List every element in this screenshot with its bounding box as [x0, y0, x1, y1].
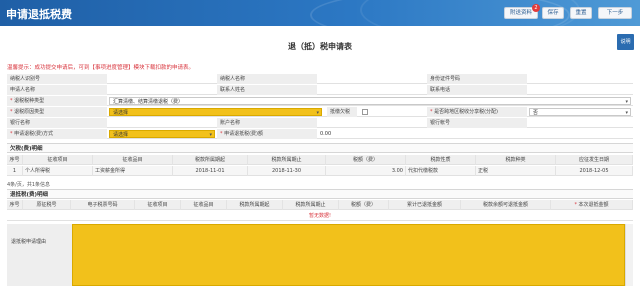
table-cell: 3.00	[326, 166, 406, 176]
chevron-down-icon: ▾	[625, 99, 628, 105]
column-header: 征收品目	[93, 155, 173, 165]
column-header: 序号	[7, 200, 23, 210]
refund-type-select[interactable]: 汇算清缴、结算清缴退税（费） ▾	[109, 97, 631, 105]
column-header: 税款余额可退抵金额	[461, 200, 551, 210]
refund-reason-label: * 退税原因类型	[7, 107, 107, 117]
table-cell: 代扣代缴税款	[406, 166, 476, 176]
account-name-label: 账户名称	[217, 118, 317, 128]
column-header: 征收项目	[135, 200, 181, 210]
next-step-button[interactable]: 下一步	[598, 7, 632, 19]
table-cell: 2018-11-30	[248, 166, 326, 176]
bank-account-label: 银行帐号	[427, 118, 527, 128]
refund-table-header: 序号 原征税号 电子税票号码 征收项目 征收品目 税款所属期起 税款所属期止 税…	[7, 200, 633, 210]
bank-name-value	[107, 118, 217, 128]
id-number-value	[527, 74, 633, 84]
column-header: 税额（费）	[326, 155, 406, 165]
column-header: 征收品目	[181, 200, 227, 210]
arrears-section-title: 欠税(费)明细	[7, 143, 633, 153]
refund-type-label: * 退税税种类型	[7, 96, 107, 106]
cross-region-select[interactable]: 否 ▾	[529, 108, 631, 116]
column-header: 原征税号	[23, 200, 71, 210]
form-row: * 申请退税(费)方式 请选择 ▾ * 申请退抵税(费)额 0.00	[7, 129, 633, 139]
taxpayer-id-label: 纳税人识别号	[7, 74, 107, 84]
contact-phone-label: 联系电话	[427, 85, 527, 95]
offset-arrears-label: 抵缴欠税	[327, 107, 357, 117]
applicant-name-value	[107, 85, 217, 95]
form-row: 纳税人识别号 纳税人名称 身份证件号码	[7, 74, 633, 84]
save-button[interactable]: 保存	[542, 7, 564, 19]
textarea-scrollbar[interactable]	[625, 224, 633, 286]
form-row: * 退税原因类型 请选择 ▾ 抵缴欠税 * 是否跨地区税收分享税(分配) 否 ▾	[7, 107, 633, 117]
column-header: 税款所属期起	[173, 155, 248, 165]
cross-region-label: * 是否跨地区税收分享税(分配)	[427, 107, 527, 117]
column-header: 电子税票号码	[71, 200, 135, 210]
table-cell: 1	[7, 166, 23, 176]
id-number-label: 身份证件号码	[427, 74, 527, 84]
chevron-down-icon: ▾	[316, 110, 319, 116]
column-header: * 本次退抵金额	[551, 200, 633, 210]
column-header: 应征发生日期	[556, 155, 633, 165]
refund-amount-label: * 申请退抵税(费)额	[217, 129, 317, 139]
refund-method-label: * 申请退税(费)方式	[7, 129, 107, 139]
pagination-info: 4条/页，共1条信息	[7, 182, 51, 188]
table-cell: 2018-11-01	[173, 166, 248, 176]
contact-phone-value	[527, 85, 633, 95]
attach-materials-label: 附送资料	[509, 10, 532, 16]
column-header: 征收项目	[23, 155, 93, 165]
column-header: 序号	[7, 155, 23, 165]
refund-method-select[interactable]: 请选择 ▾	[109, 130, 215, 138]
chevron-down-icon: ▾	[209, 132, 212, 138]
table-cell: 工资薪金所得	[93, 166, 173, 176]
app-header: 申请退抵税费 附送资料 2 保存 重置 下一步	[0, 0, 640, 26]
refund-detail-section-title: 退抵税(费)明细	[7, 189, 633, 199]
refund-reason-textarea[interactable]	[72, 224, 625, 286]
offset-arrears-checkbox[interactable]	[362, 109, 368, 115]
column-header: 税款所属期起	[227, 200, 283, 210]
refund-amount-value[interactable]: 0.00	[317, 129, 377, 139]
column-header: 税款种类	[476, 155, 556, 165]
empty-data-message: 暂无数据!	[7, 211, 633, 221]
form-row: * 退税税种类型 汇算清缴、结算清缴退税（费） ▾	[7, 96, 633, 106]
table-cell: 个人所得税	[23, 166, 93, 176]
arrears-table-header: 序号 征收项目 征收品目 税款所属期起 税款所属期止 税额（费） 税款性质 税款…	[7, 155, 633, 165]
contact-person-label: 联系人姓名	[217, 85, 317, 95]
column-header: 税款性质	[406, 155, 476, 165]
attach-materials-button[interactable]: 附送资料 2	[504, 4, 540, 19]
table-row[interactable]: 1 个人所得税 工资薪金所得 2018-11-01 2018-11-30 3.0…	[7, 166, 633, 176]
refund-reason-select[interactable]: 请选择 ▾	[109, 108, 322, 116]
reset-button[interactable]: 重置	[570, 7, 592, 19]
taxpayer-name-label: 纳税人名称	[217, 74, 317, 84]
form-row: 申请人名称 联系人姓名 联系电话	[7, 85, 633, 95]
column-header: 税款所属期止	[248, 155, 326, 165]
taxpayer-id-value	[107, 74, 217, 84]
bank-name-label: 银行名称	[7, 118, 107, 128]
taxpayer-name-value	[317, 74, 427, 84]
bank-account-value	[527, 118, 633, 128]
applicant-name-label: 申请人名称	[7, 85, 107, 95]
app-title: 申请退抵税费	[6, 8, 72, 21]
attach-count-badge: 2	[532, 4, 540, 12]
refund-reason-text-label: 退抵税申请理由	[7, 224, 72, 286]
table-cell: 正税	[476, 166, 556, 176]
column-header: 累计已退抵金额	[389, 200, 461, 210]
warm-tip-text: 温馨提示：成功提交申请后，可到【事项进度管理】模块下载扣款的申请表。	[7, 65, 195, 71]
form-title: 退（抵）税申请表	[288, 42, 352, 51]
table-cell: 2018-12-05	[556, 166, 633, 176]
form-row: 银行名称 账户名称 银行帐号	[7, 118, 633, 128]
chevron-down-icon: ▾	[625, 110, 628, 116]
column-header: 税款所属期止	[283, 200, 339, 210]
account-name-value	[317, 118, 427, 128]
contact-person-value	[317, 85, 427, 95]
column-header: 税额（费）	[339, 200, 389, 210]
